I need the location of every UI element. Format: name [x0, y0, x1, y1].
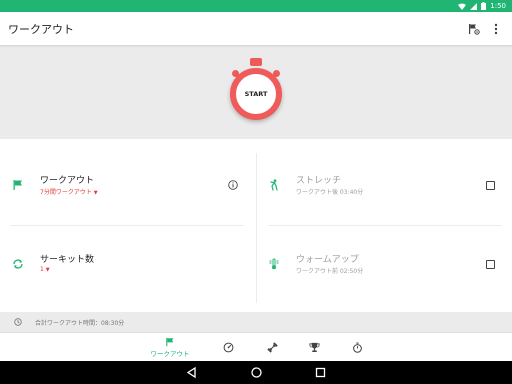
- back-icon[interactable]: [185, 366, 198, 379]
- stopwatch-icon: [352, 342, 362, 353]
- stopwatch-crown: [250, 58, 262, 66]
- nav-exercises[interactable]: [262, 333, 282, 362]
- flag-icon: [13, 180, 22, 190]
- dropdown-arrow-icon: ▼: [93, 190, 98, 196]
- home-icon[interactable]: [250, 366, 263, 379]
- nav-timer[interactable]: [347, 333, 367, 362]
- more-vert-icon[interactable]: [494, 23, 498, 35]
- status-time: 1:50: [490, 2, 506, 10]
- flag-icon: [166, 337, 174, 347]
- circuit-count-selector[interactable]: サーキット数 1 ▼: [12, 252, 242, 292]
- stretch-icon: [270, 179, 278, 191]
- divider-left: [10, 225, 244, 226]
- app-bar: ワークアウト: [0, 12, 512, 45]
- repeat-icon: [13, 259, 23, 269]
- workout-selector[interactable]: ワークアウト 7分間ワークアウト ▼: [12, 173, 242, 213]
- page-title: ワークアウト: [8, 22, 74, 36]
- stretch-title: ストレッチ: [296, 176, 342, 186]
- info-icon[interactable]: [228, 180, 238, 190]
- workout-settings: ワークアウト 7分間ワークアウト ▼ サーキット数 1 ▼ ストレッチ ワークア…: [0, 139, 512, 310]
- total-time-text: 合計ワークアウト時間：08:30分: [35, 319, 125, 327]
- circuit-count-title: サーキット数: [40, 255, 95, 265]
- total-time-bar: 合計ワークアウト時間：08:30分: [0, 312, 512, 332]
- workout-value[interactable]: 7分間ワークアウト ▼: [40, 187, 98, 196]
- speedometer-icon: [223, 342, 233, 353]
- battery-icon: [481, 2, 487, 10]
- stretch-detail: ワークアウト後 03:40分: [296, 189, 364, 196]
- stretch-checkbox[interactable]: [486, 181, 495, 190]
- nav-workout-label: ワークアウト: [150, 350, 190, 358]
- trophy-icon: [309, 342, 319, 352]
- warmup-option[interactable]: ウォームアップ ワークアウト前 02:50分: [268, 252, 500, 292]
- warmup-checkbox[interactable]: [486, 260, 495, 269]
- divider-vertical: [256, 153, 257, 303]
- divider-right: [268, 225, 502, 226]
- start-button[interactable]: START: [230, 68, 282, 120]
- status-bar: 1:50: [0, 0, 512, 12]
- nav-progress[interactable]: [218, 333, 238, 362]
- nav-workout[interactable]: ワークアウト: [142, 333, 198, 362]
- circuit-count-value[interactable]: 1 ▼: [40, 266, 50, 273]
- thermometer-icon: [269, 258, 279, 270]
- flag-settings-icon[interactable]: [468, 23, 480, 35]
- app-bar-actions: [468, 12, 498, 45]
- warmup-detail: ワークアウト前 02:50分: [296, 268, 364, 275]
- clock-icon: [14, 318, 22, 326]
- start-stopwatch[interactable]: START: [228, 56, 284, 126]
- warmup-title: ウォームアップ: [296, 255, 359, 265]
- dropdown-arrow-icon: ▼: [45, 267, 50, 273]
- recents-icon[interactable]: [314, 366, 327, 379]
- wifi-icon: [458, 3, 467, 10]
- dumbbell-icon: [266, 342, 278, 353]
- stretch-option[interactable]: ストレッチ ワークアウト後 03:40分: [268, 173, 500, 213]
- start-label: START: [244, 90, 268, 98]
- nav-achievements[interactable]: [304, 333, 324, 362]
- start-panel: START: [0, 45, 512, 139]
- workout-title: ワークアウト: [40, 176, 95, 186]
- signal-icon: [470, 2, 478, 10]
- system-navigation-bar: [0, 361, 512, 384]
- bottom-navigation: ワークアウト: [0, 332, 512, 361]
